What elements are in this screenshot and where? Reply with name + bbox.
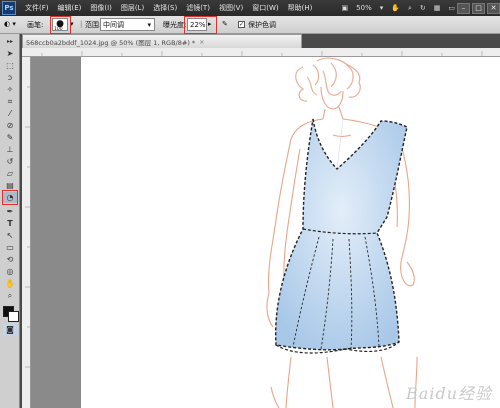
- range-select[interactable]: 中间调 ▾: [100, 18, 155, 31]
- document-tab[interactable]: 568ccb0a2bddf_1024.jpg @ 50% (图层 1, RGB/…: [22, 34, 302, 48]
- maximize-icon[interactable]: □: [472, 2, 485, 14]
- divider: |: [80, 20, 83, 28]
- menu-window[interactable]: 窗口(W): [252, 3, 278, 13]
- crop-tool-icon[interactable]: ⌗: [3, 96, 17, 107]
- photoshop-logo: Ps: [2, 1, 16, 15]
- zoom-tool-icon[interactable]: ⌕: [3, 290, 17, 301]
- protect-tones-label: 保护色调: [248, 21, 276, 29]
- pasteboard: [31, 57, 81, 408]
- menu-select[interactable]: 选择(S): [153, 3, 177, 13]
- lasso-tool-icon[interactable]: ↄ: [3, 72, 17, 83]
- zoom-level[interactable]: 50%: [356, 4, 372, 12]
- toolbox: ▸▸ ➤ ⬚ ↄ ✧ ⌗ ⁄ ⊘ ✎ ⊥ ↺ ▱ ▤ ◔ ✒ T ↖ ▭ ⟲ ◎…: [0, 34, 20, 408]
- range-label: 范围:: [85, 21, 102, 29]
- brush-highlight: [50, 16, 71, 34]
- toolbox-header: ▸▸: [6, 38, 14, 45]
- clone-stamp-icon[interactable]: ⊥: [3, 144, 17, 155]
- chevron-down-icon: ▾: [147, 20, 151, 29]
- hand-tool-icon[interactable]: ✋: [391, 4, 400, 12]
- bridge-icon[interactable]: ▣: [342, 4, 349, 12]
- menu-filter[interactable]: 滤镜(T): [186, 3, 210, 13]
- history-brush-icon[interactable]: ↺: [3, 156, 17, 167]
- marquee-tool-icon[interactable]: ⬚: [3, 60, 17, 71]
- airbrush-icon[interactable]: ✎: [222, 20, 228, 28]
- hand-tool-icon[interactable]: ✋: [3, 278, 17, 289]
- type-tool-icon[interactable]: T: [3, 218, 17, 229]
- close-icon[interactable]: ✕: [487, 2, 500, 14]
- close-icon[interactable]: ×: [199, 38, 204, 46]
- dress-selection: [274, 118, 408, 354]
- minimize-icon[interactable]: –: [457, 2, 470, 14]
- protect-tones-checkbox[interactable]: ✓: [238, 21, 245, 28]
- background-color-swatch[interactable]: [8, 311, 19, 322]
- healing-brush-icon[interactable]: ⊘: [3, 120, 17, 131]
- ruler-vertical: [22, 57, 31, 408]
- arrange-documents-icon[interactable]: ▦: [434, 4, 441, 12]
- screen-mode-icon[interactable]: ▭: [448, 4, 455, 12]
- pen-tool-icon[interactable]: ✒: [3, 206, 17, 217]
- quick-mask-icon[interactable]: ◙: [3, 324, 17, 335]
- document-canvas[interactable]: Baidu经验: [81, 57, 500, 408]
- menu-file[interactable]: 文件(F): [25, 3, 49, 13]
- menu-edit[interactable]: 编辑(E): [58, 3, 82, 13]
- zoom-tool-icon[interactable]: ⌕: [408, 4, 412, 13]
- menu-image[interactable]: 图像(I): [90, 3, 112, 13]
- 3d-rotate-icon[interactable]: ⟲: [3, 254, 17, 265]
- shape-tool-icon[interactable]: ▭: [3, 242, 17, 253]
- dodge-tool-highlight: [2, 190, 18, 205]
- document-title: 568ccb0a2bddf_1024.jpg @ 50% (图层 1, RGB/…: [26, 38, 196, 47]
- menu-view[interactable]: 视图(V): [219, 3, 243, 13]
- rotate-view-icon[interactable]: ↻: [420, 4, 426, 12]
- tool-preset-icon[interactable]: ◐ ▾: [4, 20, 16, 28]
- menu-layer[interactable]: 图层(L): [121, 3, 144, 13]
- exposure-highlight: [184, 16, 217, 34]
- ruler-horizontal: [22, 48, 500, 57]
- watermark: Baidu经验: [406, 384, 492, 403]
- chevron-down-icon[interactable]: ▾: [380, 4, 384, 12]
- options-bar: ◐ ▾ 画笔: ● 100 ▾ | 范围: 中间调 ▾ 曝光度: 22% ▸ ✎…: [0, 16, 500, 34]
- brush-tool-icon[interactable]: ✎: [3, 132, 17, 143]
- menu-help[interactable]: 帮助(H): [288, 3, 313, 13]
- path-select-icon[interactable]: ↖: [3, 230, 17, 241]
- brush-label: 画笔:: [27, 21, 44, 29]
- menu-bar: Ps 文件(F) 编辑(E) 图像(I) 图层(L) 选择(S) 滤镜(T) 视…: [0, 0, 500, 16]
- exposure-label: 曝光度:: [163, 21, 187, 29]
- eraser-tool-icon[interactable]: ▱: [3, 168, 17, 179]
- move-tool-icon[interactable]: ➤: [3, 48, 17, 59]
- fashion-sketch-image: [266, 57, 418, 408]
- 3d-orbit-icon[interactable]: ◎: [3, 266, 17, 277]
- range-value: 中间调: [103, 20, 124, 29]
- quick-select-tool-icon[interactable]: ✧: [3, 84, 17, 95]
- eyedropper-tool-icon[interactable]: ⁄: [3, 108, 17, 119]
